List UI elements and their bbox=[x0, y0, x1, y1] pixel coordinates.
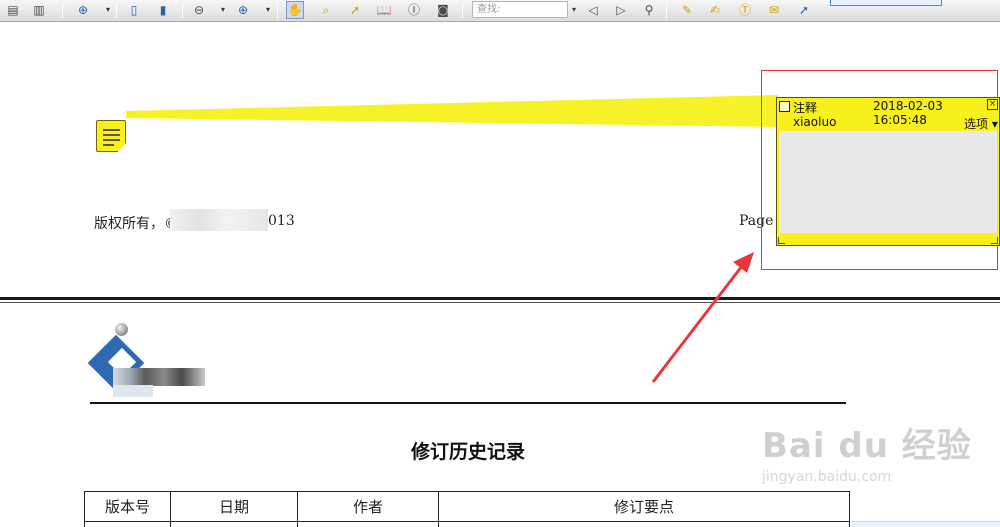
toolbar-separator bbox=[62, 2, 63, 18]
table-header-cell: 版本号 bbox=[84, 491, 171, 522]
toolbar-separator bbox=[182, 2, 183, 18]
annotation-author: xiaoluo bbox=[793, 115, 837, 129]
pencil-icon[interactable]: ✎ bbox=[678, 1, 696, 19]
revision-table: 版本号 日期 作者 修订要点 bbox=[84, 491, 850, 527]
table-header-cell: 作者 bbox=[297, 491, 439, 522]
dropdown-icon[interactable]: ▾ bbox=[264, 1, 272, 19]
page-separator bbox=[0, 297, 1000, 303]
single-page-icon[interactable]: ▯ bbox=[125, 1, 143, 19]
zoom-out-icon[interactable]: ⊖ bbox=[190, 1, 208, 19]
table-header-cell: 修订要点 bbox=[438, 491, 850, 522]
search-input[interactable]: 查找: bbox=[472, 1, 568, 18]
toolbar-separator bbox=[666, 2, 667, 18]
text-select-icon[interactable]: Ⓘ bbox=[405, 1, 423, 19]
book-icon[interactable]: 📖 bbox=[375, 1, 393, 19]
page-up-icon[interactable]: ▤ bbox=[4, 1, 22, 19]
note-edit-icon[interactable]: ✍ bbox=[706, 1, 724, 19]
arrow-tool-icon[interactable]: ➚ bbox=[795, 1, 813, 19]
hand-icon[interactable]: ✋ bbox=[286, 1, 304, 19]
toolbar-edge-control[interactable] bbox=[830, 0, 942, 6]
find-all-icon[interactable]: ⚲ bbox=[640, 1, 658, 19]
typewriter-icon[interactable]: Ⓣ bbox=[736, 1, 754, 19]
logo-ball bbox=[115, 323, 128, 336]
comment-icon[interactable]: ✉ bbox=[765, 1, 783, 19]
bottom-edge-panel bbox=[852, 521, 1000, 527]
dropdown-icon[interactable]: ▾ bbox=[104, 1, 112, 19]
watermark-main: Bai du 经验 bbox=[762, 426, 972, 466]
resize-handle-right[interactable] bbox=[991, 237, 998, 244]
header-rule bbox=[90, 402, 846, 404]
zoom-plus-icon[interactable]: ⊕ bbox=[234, 1, 252, 19]
baidu-watermark: Bai du 经验 jingyan.baidu.com bbox=[762, 418, 972, 485]
resize-handle-left[interactable] bbox=[778, 237, 785, 244]
page-down-icon[interactable]: ▥ bbox=[30, 1, 48, 19]
toolbar-separator bbox=[116, 2, 117, 18]
snapshot-icon[interactable]: ◙ bbox=[434, 1, 452, 19]
note-doc-icon bbox=[779, 101, 790, 112]
table-cell bbox=[84, 521, 171, 527]
close-icon[interactable]: × bbox=[987, 99, 998, 110]
table-cell bbox=[297, 521, 439, 527]
zoom-in-icon[interactable]: ⊕ bbox=[74, 1, 92, 19]
find-prev-icon[interactable]: ◁ bbox=[584, 1, 602, 19]
continuous-page-icon[interactable]: ▮ bbox=[154, 1, 172, 19]
options-dropdown[interactable]: 选项 ▾ bbox=[964, 115, 998, 132]
table-cell bbox=[170, 521, 298, 527]
loupe-icon[interactable]: ⌕ bbox=[317, 1, 335, 19]
dropdown-icon[interactable]: ▾ bbox=[219, 1, 227, 19]
table-row bbox=[84, 521, 850, 527]
annotation-body[interactable] bbox=[779, 131, 997, 233]
find-next-icon[interactable]: ▷ bbox=[612, 1, 630, 19]
footer-copyright: 版权所有，© bbox=[94, 216, 178, 232]
redacted-logo-text-2 bbox=[113, 385, 153, 397]
toolbar-separator bbox=[462, 2, 463, 18]
annotation-popup[interactable]: 注释 2018-02-03 16:05:48 × xiaoluo 选项 ▾ bbox=[776, 97, 1000, 246]
search-dropdown-icon[interactable]: ▾ bbox=[570, 1, 578, 19]
annotation-title: 注释 bbox=[793, 101, 818, 115]
table-header-cell: 日期 bbox=[170, 491, 298, 522]
redacted-logo-text bbox=[113, 368, 205, 386]
redacted-text bbox=[170, 209, 268, 231]
note-annotation-icon[interactable] bbox=[96, 120, 126, 152]
toolbar-separator bbox=[277, 2, 278, 18]
footer-year: 013 bbox=[268, 213, 295, 229]
table-cell bbox=[438, 521, 850, 527]
select-arrow-icon[interactable]: ➚ bbox=[346, 1, 364, 19]
table-header-row: 版本号 日期 作者 修订要点 bbox=[84, 491, 850, 522]
watermark-sub: jingyan.baidu.com bbox=[762, 469, 892, 485]
toolbar: ▤ ▥ ⊕ ▾ ▯ ▮ ⊖ ▾ ⊕ ▾ ✋ ⌕ ➚ 📖 Ⓘ ◙ 查找: ▾ ◁ … bbox=[0, 0, 1000, 22]
